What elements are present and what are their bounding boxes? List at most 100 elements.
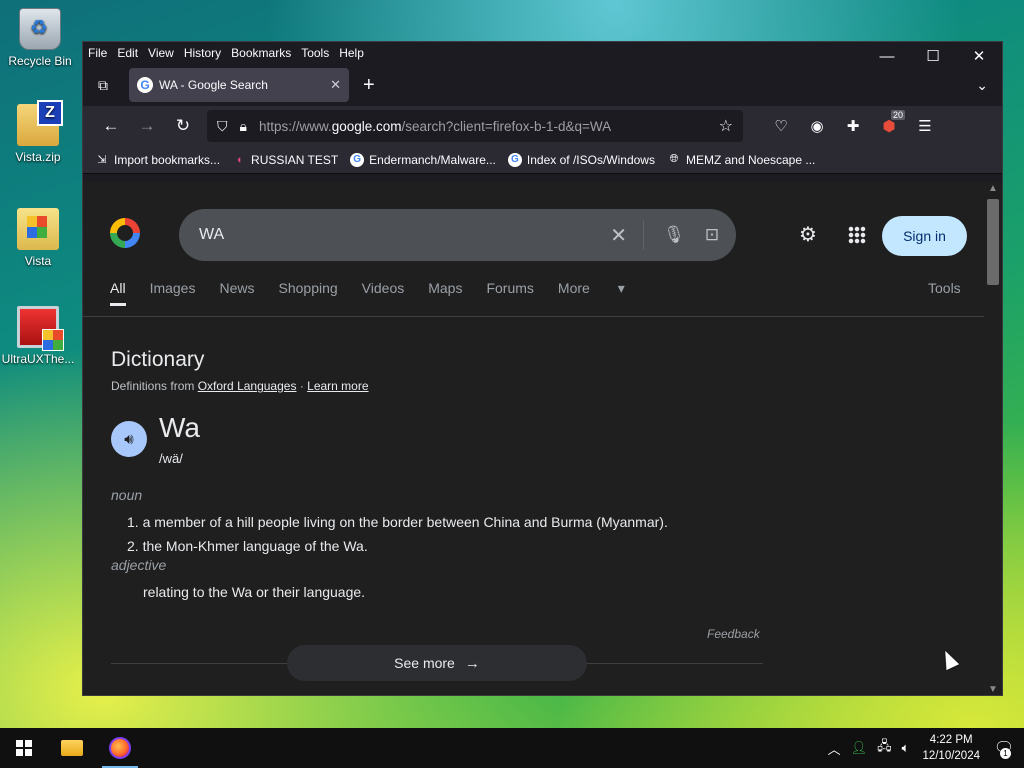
chevron-down-icon[interactable]: ⌄ <box>976 77 988 94</box>
tabs-divider <box>83 316 986 317</box>
pocket-icon[interactable]: ♡ <box>763 110 799 142</box>
menu-edit[interactable]: Edit <box>117 46 138 60</box>
bookmark-star-icon[interactable]: ☆ <box>719 116 733 136</box>
bookmark-endermanch-malware[interactable]: G Endermanch/Malware... <box>350 152 496 167</box>
chevron-up-icon[interactable]: ︿ <box>828 739 841 758</box>
see-more-button[interactable]: See more → <box>287 645 587 681</box>
menu-tools[interactable]: Tools <box>301 46 329 60</box>
part-of-speech-noun: noun <box>111 487 143 503</box>
tab-title: WA - Google Search <box>159 78 268 92</box>
url-bar[interactable]: ⛉ 🔒︎ https://www.google.com/search?clien… <box>207 110 743 142</box>
scroll-up-icon[interactable]: ▲ <box>988 183 998 194</box>
pronunciation: /wä/ <box>159 451 183 466</box>
scrollbar-thumb[interactable] <box>987 199 999 285</box>
notification-count: 1 <box>1000 748 1011 759</box>
extensions-icon[interactable]: ✚ <box>835 110 871 142</box>
tab-more[interactable]: More ▾ <box>558 280 625 306</box>
lock-icon[interactable]: 🔒︎ <box>240 118 247 135</box>
tab-google-search[interactable]: G WA - Google Search ✕ <box>129 68 349 102</box>
forward-arrow-icon[interactable]: → <box>129 110 165 142</box>
oxford-languages-link[interactable]: Oxford Languages <box>198 379 297 393</box>
reload-icon[interactable]: ↻ <box>165 110 201 142</box>
user-icon[interactable]: 👤︎ <box>851 740 868 756</box>
globe-icon: 🌐︎ <box>669 153 679 165</box>
taskbar-file-explorer[interactable] <box>48 728 96 768</box>
minimize-button[interactable]: — <box>864 42 910 70</box>
close-window-button[interactable]: ✕ <box>956 42 1002 70</box>
desktop-icon-label: Vista <box>24 254 52 268</box>
clock[interactable]: 4:22 PM 12/10/2024 <box>922 732 980 764</box>
microphone-icon[interactable]: 🎙︎ <box>660 225 688 245</box>
maximize-button[interactable]: ☐ <box>910 42 956 70</box>
start-button[interactable] <box>0 728 48 768</box>
camera-search-icon[interactable]: ⊡ <box>698 225 726 245</box>
definitions-source: Definitions from Oxford Languages · Lear… <box>111 379 369 393</box>
google-favicon-icon: G <box>507 152 522 167</box>
import-icon: ⇲ <box>97 154 107 166</box>
bookmark-import[interactable]: ⇲ Import bookmarks... <box>95 153 220 167</box>
search-input[interactable]: WA <box>199 226 610 244</box>
desktop-icon-recycle-bin[interactable]: Recycle Bin <box>2 8 78 68</box>
close-tab-icon[interactable]: ✕ <box>330 77 341 93</box>
account-icon[interactable]: ◉ <box>799 110 835 142</box>
recycle-bin-icon <box>19 8 61 50</box>
menu-help[interactable]: Help <box>339 46 364 60</box>
google-logo-icon[interactable] <box>110 218 140 248</box>
clock-date: 12/10/2024 <box>922 750 980 762</box>
desktop-icon-label: Recycle Bin <box>8 54 72 68</box>
bookmark-russian-test[interactable]: ◖ RUSSIAN TEST <box>232 153 338 167</box>
application-icon <box>17 306 64 351</box>
definition-1: 1. a member of a hill people living on t… <box>127 514 668 530</box>
tab-forums[interactable]: Forums <box>486 280 533 306</box>
extension-badge: 20 <box>890 110 905 120</box>
taskbar-firefox[interactable] <box>96 728 144 768</box>
definition-2: 2. the Mon-Khmer language of the Wa. <box>127 538 368 554</box>
menu-view[interactable]: View <box>148 46 174 60</box>
desktop-icon-ultrauxtheme[interactable]: UltraUXThe... <box>0 306 76 366</box>
network-icon[interactable]: 🖧︎ <box>877 737 892 759</box>
sign-in-button[interactable]: Sign in <box>882 216 967 256</box>
search-tabs: All Images News Shopping Videos Maps For… <box>110 280 649 306</box>
dictionary-word: Wa <box>159 412 200 443</box>
desktop-icon-vista[interactable]: Vista <box>0 208 76 268</box>
tab-images[interactable]: Images <box>150 280 196 306</box>
tools-button[interactable]: Tools <box>928 280 961 296</box>
menu-history[interactable]: History <box>184 46 221 60</box>
desktop-icon-vista-zip[interactable]: Vista.zip <box>0 100 76 164</box>
clear-search-icon[interactable]: ✕ <box>610 223 627 248</box>
bookmark-index-isos[interactable]: G Index of /ISOs/Windows <box>507 152 655 167</box>
back-arrow-icon[interactable]: ← <box>93 110 129 142</box>
desktop-icon-label: UltraUXThe... <box>1 352 75 366</box>
speaker-icon[interactable]: 🔊︎ <box>111 421 147 457</box>
firefox-window: File Edit View History Bookmarks Tools H… <box>82 41 1003 696</box>
tab-bar: ⧉ G WA - Google Search ✕ + ⌄ <box>83 64 1002 106</box>
ublock-extension-icon[interactable]: ⬢ 20 <box>871 110 907 142</box>
settings-gear-icon[interactable]: ⚙ <box>799 222 817 247</box>
volume-icon[interactable]: 🔈︎ <box>902 740 910 756</box>
tab-shopping[interactable]: Shopping <box>279 280 338 306</box>
tab-maps[interactable]: Maps <box>428 280 462 306</box>
dictionary-title: Dictionary <box>111 348 205 371</box>
system-tray: ︿ 👤︎ 🖧︎ 🔈︎ 4:22 PM 12/10/2024 🗨︎1 <box>823 732 1024 764</box>
shield-icon[interactable]: ⛉ <box>217 118 228 135</box>
google-apps-icon[interactable] <box>848 226 866 244</box>
feedback-link[interactable]: Feedback <box>707 627 760 641</box>
new-tab-icon[interactable]: + <box>363 74 375 97</box>
page-scrollbar[interactable]: ▲ ▼ <box>984 182 1002 695</box>
tab-videos[interactable]: Videos <box>362 280 405 306</box>
taskbar: ︿ 👤︎ 🖧︎ 🔈︎ 4:22 PM 12/10/2024 🗨︎1 <box>0 728 1024 768</box>
bookmark-memz[interactable]: 🌐︎ MEMZ and Noescape ... <box>667 153 816 167</box>
search-box[interactable]: WA ✕ 🎙︎ ⊡ <box>179 209 736 261</box>
menu-bookmarks[interactable]: Bookmarks <box>231 46 291 60</box>
notification-icon[interactable]: 🗨︎1 <box>990 734 1018 762</box>
learn-more-link[interactable]: Learn more <box>307 379 368 393</box>
tab-news[interactable]: News <box>219 280 254 306</box>
hamburger-menu-icon[interactable]: ☰ <box>907 110 943 142</box>
tab-all[interactable]: All <box>110 280 126 306</box>
list-all-tabs-icon[interactable]: ⧉ <box>83 70 123 100</box>
scroll-down-icon[interactable]: ▼ <box>988 684 998 695</box>
menu-file[interactable]: File <box>88 46 107 60</box>
definition-3: relating to the Wa or their language. <box>143 584 366 600</box>
window-controls: — ☐ ✕ <box>864 42 1002 70</box>
url-text[interactable]: https://www.google.com/search?client=fir… <box>259 119 719 134</box>
